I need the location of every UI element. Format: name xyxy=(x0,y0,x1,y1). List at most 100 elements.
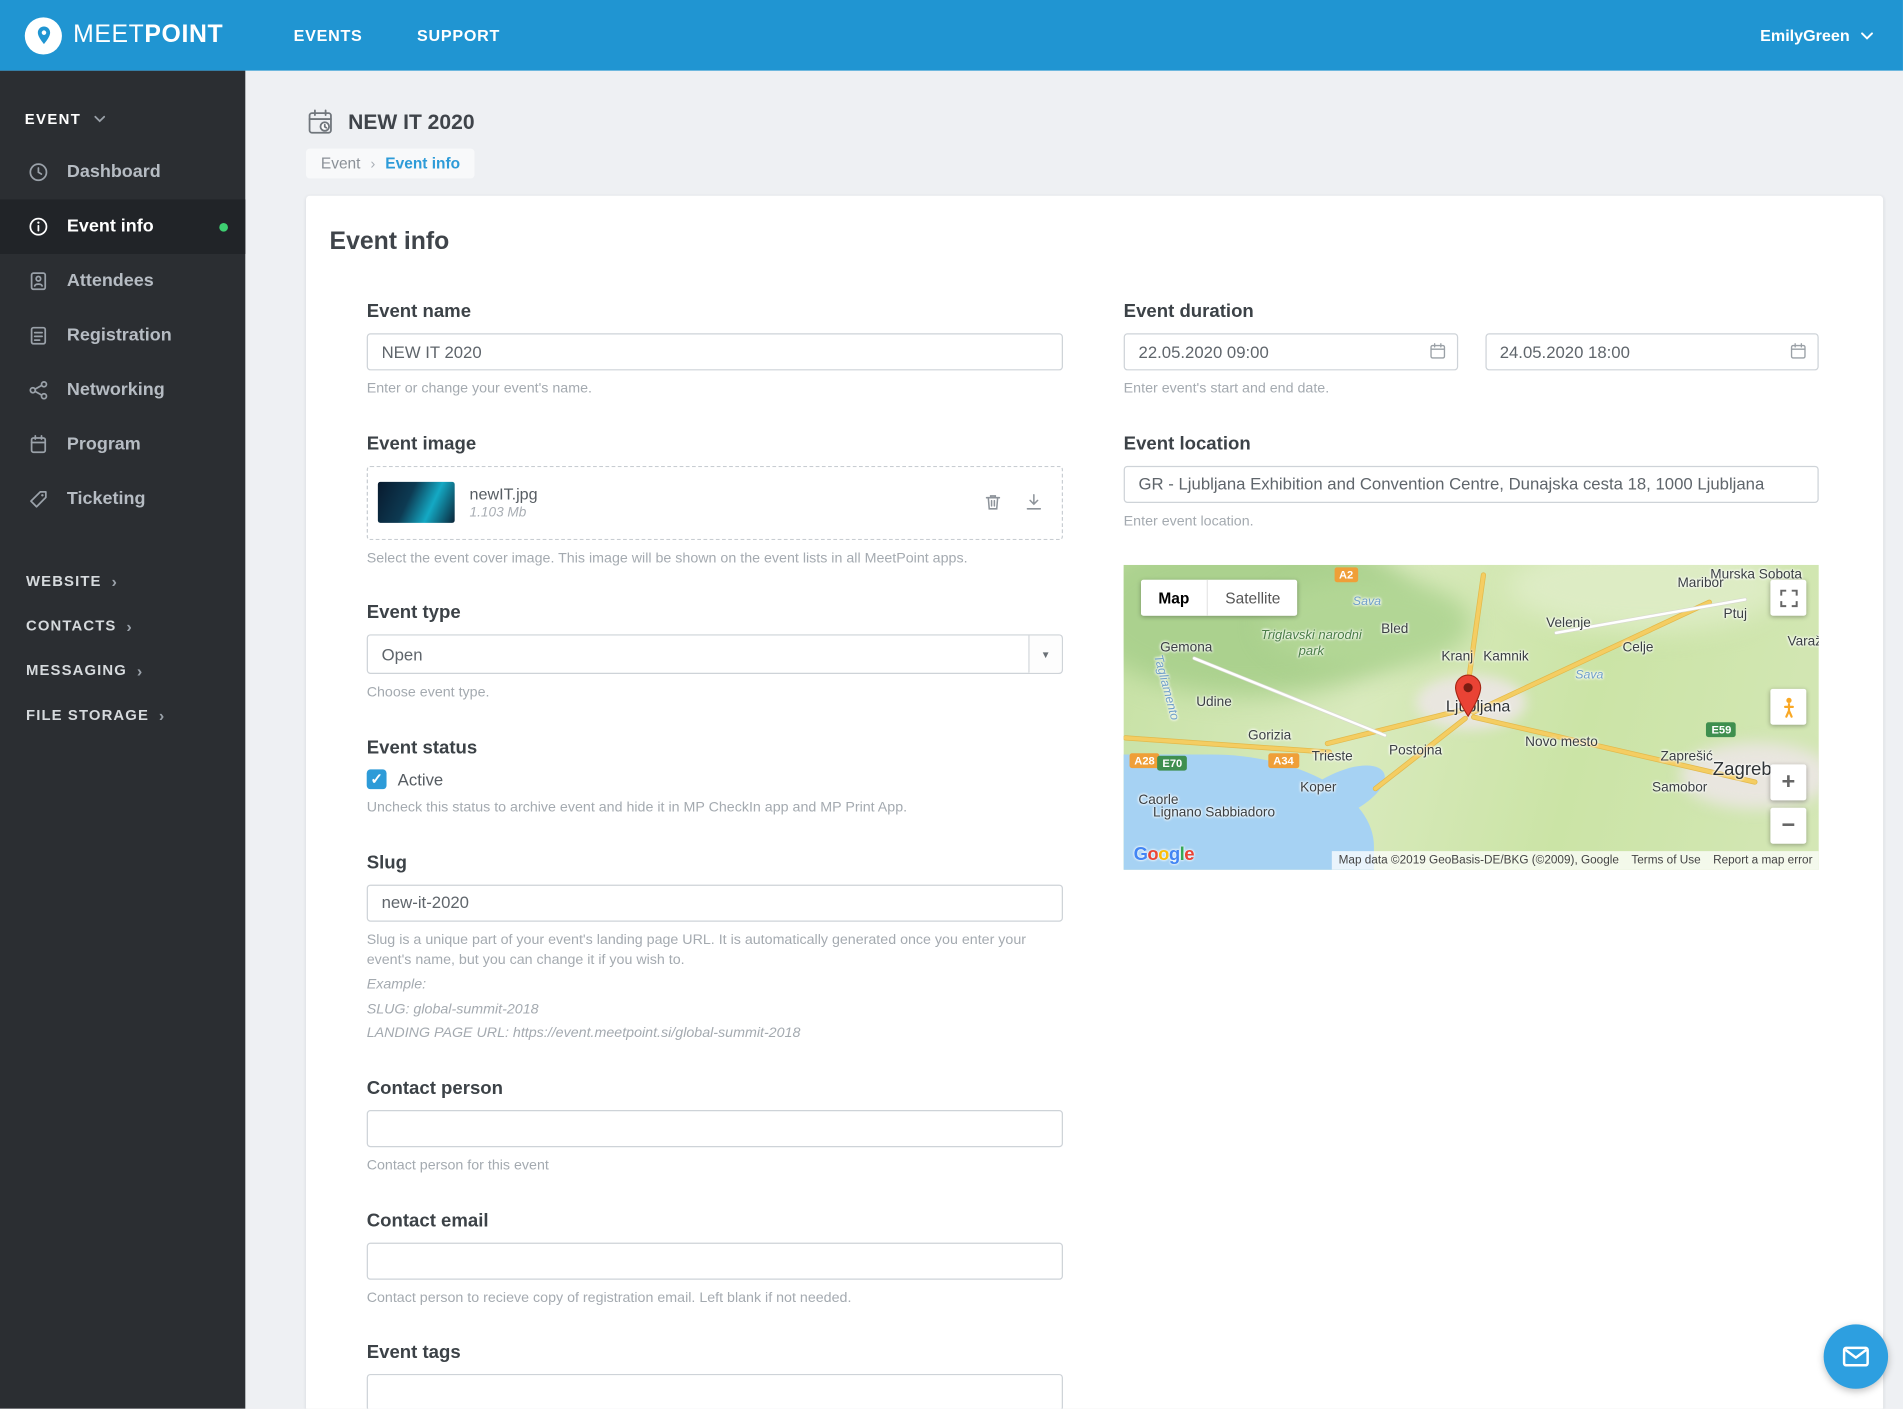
map-town-label: Postojna xyxy=(1389,743,1443,759)
calendar-icon[interactable] xyxy=(1428,342,1447,361)
download-image-icon[interactable] xyxy=(1023,492,1044,513)
map-town-label: Varaž xyxy=(1787,634,1819,649)
map-view-button[interactable]: Map xyxy=(1141,580,1207,617)
nav-item-support[interactable]: SUPPORT xyxy=(417,26,500,45)
sidebar-event-header[interactable]: EVENT xyxy=(0,71,245,145)
active-indicator-dot xyxy=(219,223,228,232)
end-date-input[interactable] xyxy=(1484,333,1819,371)
event-image-meta: newIT.jpg 1.103 Mb xyxy=(470,485,983,521)
pegman-icon[interactable] xyxy=(1770,689,1807,726)
program-calendar-icon xyxy=(27,434,49,456)
event-type-select[interactable]: Open ▼ xyxy=(366,634,1063,675)
field-label: Event status xyxy=(366,737,478,759)
info-icon xyxy=(27,216,49,238)
dropdown-caret-icon: ▼ xyxy=(1028,635,1062,674)
chat-support-button[interactable] xyxy=(1823,1324,1889,1389)
zoom-out-button[interactable]: − xyxy=(1770,808,1807,845)
app-window: MEETPOINT EVENTS SUPPORT EmilyGreen EVEN… xyxy=(0,0,1903,1409)
breadcrumb-event-link[interactable]: Event xyxy=(321,155,361,172)
field-help: Uncheck this status to archive event and… xyxy=(366,800,908,816)
map-town-label: Triglavski narodni park xyxy=(1260,628,1362,660)
field-help: Enter event location. xyxy=(1123,513,1254,529)
event-tags-input[interactable] xyxy=(366,1374,1063,1409)
sidebar-section-label: WEBSITE xyxy=(26,572,102,590)
chevron-down-icon xyxy=(1861,31,1873,40)
terms-of-use-link[interactable]: Terms of Use xyxy=(1631,854,1700,868)
chevron-right-icon: › xyxy=(111,571,118,591)
field-help: Enter event's start and end date. xyxy=(1123,381,1330,397)
envelope-icon xyxy=(1841,1342,1871,1372)
contact-person-field: Contact person Contact person for this e… xyxy=(366,1077,1063,1177)
map-town-label: Kamnik xyxy=(1483,649,1529,665)
sidebar-item-label: Dashboard xyxy=(66,162,161,183)
event-info-form: Event name Enter or change your event's … xyxy=(306,301,1883,1409)
dashboard-icon xyxy=(27,161,49,183)
report-map-error-link[interactable]: Report a map error xyxy=(1713,854,1812,868)
breadcrumb-current[interactable]: Event info xyxy=(385,155,460,172)
fullscreen-icon[interactable] xyxy=(1770,580,1807,617)
event-location-input[interactable] xyxy=(1123,465,1819,503)
page-header: NEW IT 2020 xyxy=(306,108,1903,136)
sidebar-section-label: FILE STORAGE xyxy=(26,706,149,724)
sidebar-item-dashboard[interactable]: Dashboard xyxy=(0,145,245,200)
google-logo-letter: e xyxy=(1184,844,1194,866)
calendar-icon[interactable] xyxy=(1789,342,1808,361)
card-title: Event info xyxy=(329,227,450,256)
active-checkbox[interactable]: ✓ xyxy=(366,769,387,790)
field-label: Event tags xyxy=(366,1342,461,1364)
contact-email-input[interactable] xyxy=(366,1242,1063,1280)
slug-input[interactable] xyxy=(366,884,1063,922)
form-right-column: Event duration 22.05.2020 09:00 24.05.20… xyxy=(1123,301,1819,871)
map-town-label: Lignano Sabbiadoro xyxy=(1153,804,1276,820)
field-help: Contact person to recieve copy of regist… xyxy=(366,1290,852,1306)
start-date-input[interactable] xyxy=(1123,333,1458,371)
map-town-label: Gemona xyxy=(1160,640,1213,656)
sidebar-event-header-label: EVENT xyxy=(24,110,82,128)
event-image-field: Event image newIT.jpg 1.103 Mb Select th… xyxy=(366,433,1063,569)
sidebar: EVENT Dashboard Event info Attendees Reg… xyxy=(0,70,246,1409)
field-help: Enter or change your event's name. xyxy=(366,381,592,397)
slug-example-url: LANDING PAGE URL: https://event.meetpoin… xyxy=(366,1026,801,1042)
sidebar-item-contacts[interactable]: CONTACTS › xyxy=(0,603,245,648)
field-label: Contact person xyxy=(366,1077,504,1099)
map-town-label: Kranj xyxy=(1441,649,1474,665)
field-help: Contact person for this event xyxy=(366,1158,549,1174)
sidebar-item-event-info[interactable]: Event info xyxy=(0,199,246,254)
checkmark-icon: ✓ xyxy=(370,770,383,788)
sidebar-item-program[interactable]: Program xyxy=(0,418,245,473)
event-image-filename: newIT.jpg xyxy=(469,484,538,504)
slug-example-title: Example: xyxy=(366,977,427,993)
end-date-wrap xyxy=(1484,333,1819,371)
google-logo-letter: G xyxy=(1133,844,1148,866)
brand-logo[interactable]: MEETPOINT xyxy=(0,16,245,54)
satellite-view-button[interactable]: Satellite xyxy=(1206,580,1298,617)
contact-email-field: Contact email Contact person to recieve … xyxy=(366,1210,1063,1309)
event-image-filesize: 1.103 Mb xyxy=(469,505,527,521)
google-map[interactable]: Murska Sobota Maribor Ptuj Varaž Velenje Celj… xyxy=(1123,565,1819,871)
form-left-column: Event name Enter or change your event's … xyxy=(366,301,1063,1409)
map-town-label: Zagreb xyxy=(1712,759,1772,781)
map-town-label: Velenje xyxy=(1546,615,1591,631)
event-name-input[interactable] xyxy=(366,333,1063,371)
zoom-in-button[interactable]: + xyxy=(1770,764,1807,801)
sidebar-item-attendees[interactable]: Attendees xyxy=(0,254,245,309)
sidebar-item-website[interactable]: WEBSITE › xyxy=(0,559,245,604)
sidebar-item-registration[interactable]: Registration xyxy=(0,308,245,363)
event-image-upload-box[interactable]: newIT.jpg 1.103 Mb xyxy=(366,465,1063,540)
sidebar-item-ticketing[interactable]: Ticketing xyxy=(0,472,245,527)
delete-image-icon[interactable] xyxy=(982,492,1003,513)
sidebar-sections: WEBSITE › CONTACTS › MESSAGING › FILE STORA… xyxy=(0,559,245,737)
sidebar-item-messaging[interactable]: MESSAGING › xyxy=(0,648,245,693)
map-marker-pin[interactable] xyxy=(1453,674,1483,718)
sidebar-item-file-storage[interactable]: FILE STORAGE › xyxy=(0,693,245,738)
sidebar-item-label: Ticketing xyxy=(66,489,146,510)
sidebar-item-networking[interactable]: Networking xyxy=(0,363,245,418)
field-label: Event name xyxy=(366,301,472,323)
map-town-label: Sava xyxy=(1575,668,1604,682)
chevron-right-icon: › xyxy=(126,616,133,635)
contact-person-input[interactable] xyxy=(366,1110,1063,1148)
user-menu[interactable]: EmilyGreen xyxy=(1760,26,1903,45)
google-logo[interactable]: Google xyxy=(1133,844,1195,866)
nav-item-events[interactable]: EVENTS xyxy=(294,26,363,45)
map-town-label: Trieste xyxy=(1311,749,1353,765)
